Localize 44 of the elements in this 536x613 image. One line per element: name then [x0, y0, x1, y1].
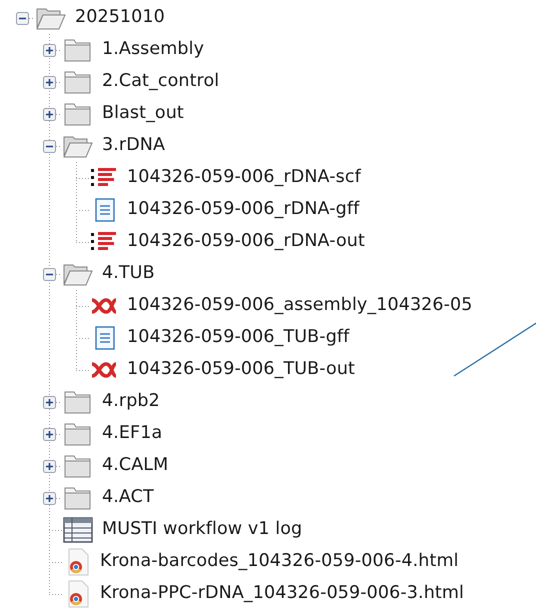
folder-icon — [63, 422, 93, 446]
folder-icon — [63, 486, 93, 510]
folder-name[interactable]: 20251010 — [75, 9, 165, 27]
expand-toggle[interactable] — [42, 76, 56, 88]
expand-toggle[interactable] — [42, 492, 56, 504]
collapse-toggle[interactable] — [42, 140, 56, 152]
file-name[interactable]: Krona-PPC-rDNA_104326-059-006-3.html — [100, 585, 464, 603]
folder-icon — [63, 38, 93, 62]
expand-toggle[interactable] — [42, 44, 56, 56]
expand-toggle[interactable] — [42, 108, 56, 120]
expand-toggle[interactable] — [42, 428, 56, 440]
open-folder-icon — [63, 262, 93, 286]
folder-name[interactable]: 3.rDNA — [102, 137, 166, 155]
open-folder-icon — [36, 6, 66, 30]
expand-toggle[interactable] — [42, 460, 56, 472]
file-name[interactable]: 104326-059-006_TUB-out — [127, 361, 355, 379]
file-name[interactable]: 104326-059-006_assembly_104326-05 — [127, 297, 473, 315]
file-name[interactable]: Krona-barcodes_104326-059-006-4.html — [100, 553, 459, 571]
alignment-icon — [90, 296, 118, 316]
folder-name[interactable]: 4.CALM — [102, 457, 168, 475]
folder-name[interactable]: Blast_out — [102, 105, 184, 123]
table-icon — [63, 517, 93, 543]
open-folder-icon — [63, 134, 93, 158]
file-name[interactable]: 104326-059-006_rDNA-scf — [127, 169, 361, 187]
folder-name[interactable]: 4.EF1a — [102, 425, 162, 443]
folder-name[interactable]: 4.ACT — [102, 489, 154, 507]
collapse-toggle[interactable] — [42, 268, 56, 280]
folder-icon — [63, 70, 93, 94]
folder-name[interactable]: 4.rpb2 — [102, 393, 160, 411]
file-name[interactable]: 104326-059-006_TUB-gff — [127, 329, 350, 347]
alignment-icon — [90, 360, 118, 380]
file-name[interactable]: 104326-059-006_rDNA-out — [127, 233, 365, 251]
folder-name[interactable]: 1.Assembly — [102, 41, 204, 59]
file-name[interactable]: MUSTI workflow v1 log — [102, 521, 302, 539]
expand-toggle[interactable] — [42, 396, 56, 408]
sequence-icon — [90, 167, 118, 189]
folder-name[interactable]: 4.TUB — [102, 265, 155, 283]
sequence-icon — [90, 231, 118, 253]
folder-icon — [63, 390, 93, 414]
folder-icon — [63, 102, 93, 126]
folder-icon — [63, 454, 93, 478]
collapse-toggle[interactable] — [16, 12, 28, 24]
file-name[interactable]: 104326-059-006_rDNA-gff — [127, 201, 360, 219]
folder-name[interactable]: 2.Cat_control — [102, 73, 220, 91]
